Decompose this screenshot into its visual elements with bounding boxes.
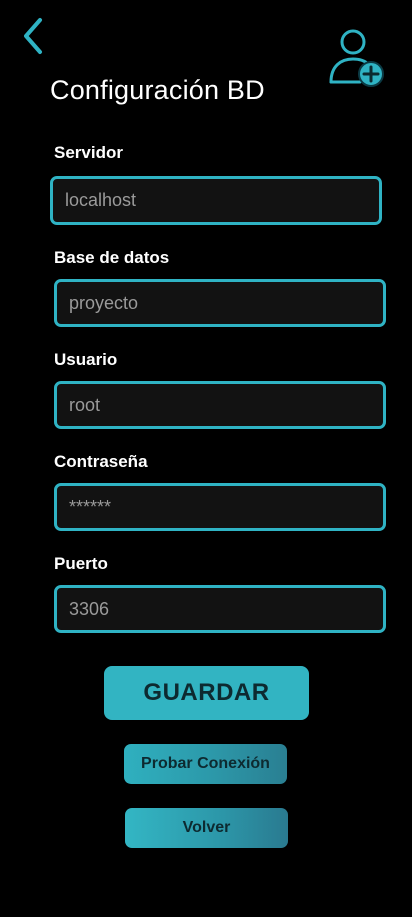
- page-title: Configuración BD: [50, 75, 265, 105]
- password-field[interactable]: [54, 483, 386, 531]
- port-label: Puerto: [54, 554, 108, 573]
- user-label: Usuario: [54, 350, 118, 369]
- test-connection-button[interactable]: Probar Conexión: [124, 744, 287, 784]
- user-field[interactable]: [54, 381, 386, 429]
- password-label: Contraseña: [54, 452, 148, 471]
- port-field[interactable]: [54, 585, 386, 633]
- database-label: Base de datos: [54, 248, 170, 267]
- back-text-button[interactable]: Volver: [125, 808, 288, 848]
- save-button[interactable]: GUARDAR: [104, 666, 309, 720]
- add-user-button[interactable]: [326, 26, 388, 88]
- chevron-left-icon: [24, 18, 42, 54]
- server-label: Servidor: [54, 143, 123, 162]
- back-button[interactable]: [16, 14, 52, 58]
- database-field[interactable]: [54, 279, 386, 327]
- server-field[interactable]: [50, 176, 382, 225]
- user-plus-icon: [329, 29, 384, 87]
